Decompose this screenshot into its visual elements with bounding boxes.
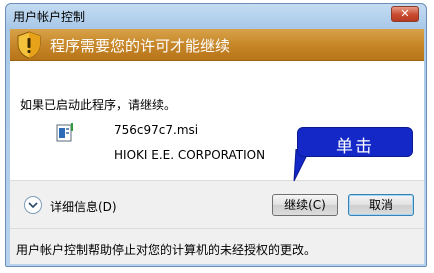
status-text: 用户帐户控制帮助停止对您的计算机的未经授权的更改。 — [16, 243, 317, 257]
warning-shield-icon — [17, 31, 41, 59]
warning-banner: 程序需要您的许可才能继续 — [10, 29, 424, 61]
chevron-down-icon — [28, 202, 38, 209]
close-button[interactable]: ✕ — [391, 6, 419, 22]
content-area: 如果已启动此程序，请继续。 756c97c7.msi HIOKI E.E. CO… — [10, 61, 424, 180]
details-label[interactable]: 详细信息(D) — [50, 198, 117, 215]
callout-label: 单击 — [336, 137, 374, 157]
window-title: 用户帐户控制 — [13, 10, 86, 24]
click-callout: 单击 — [297, 127, 413, 157]
close-icon: ✕ — [400, 7, 410, 20]
prompt-text: 如果已启动此程序，请继续。 — [20, 98, 177, 112]
continue-button[interactable]: 继续(C) — [272, 194, 338, 216]
title-bar: 用户帐户控制 ✕ — [6, 4, 426, 26]
banner-text: 程序需要您的许可才能继续 — [50, 37, 231, 55]
installer-icon — [56, 123, 73, 142]
cancel-button[interactable]: 取消 — [348, 194, 414, 216]
status-area: 用户帐户控制帮助停止对您的计算机的未经授权的更改。 — [10, 228, 424, 264]
program-publisher: HIOKI E.E. CORPORATION — [114, 148, 266, 162]
dialog-footer: 详细信息(D) 继续(C) 取消 — [10, 180, 424, 228]
details-toggle[interactable] — [24, 196, 42, 214]
program-file-name: 756c97c7.msi — [114, 123, 199, 137]
